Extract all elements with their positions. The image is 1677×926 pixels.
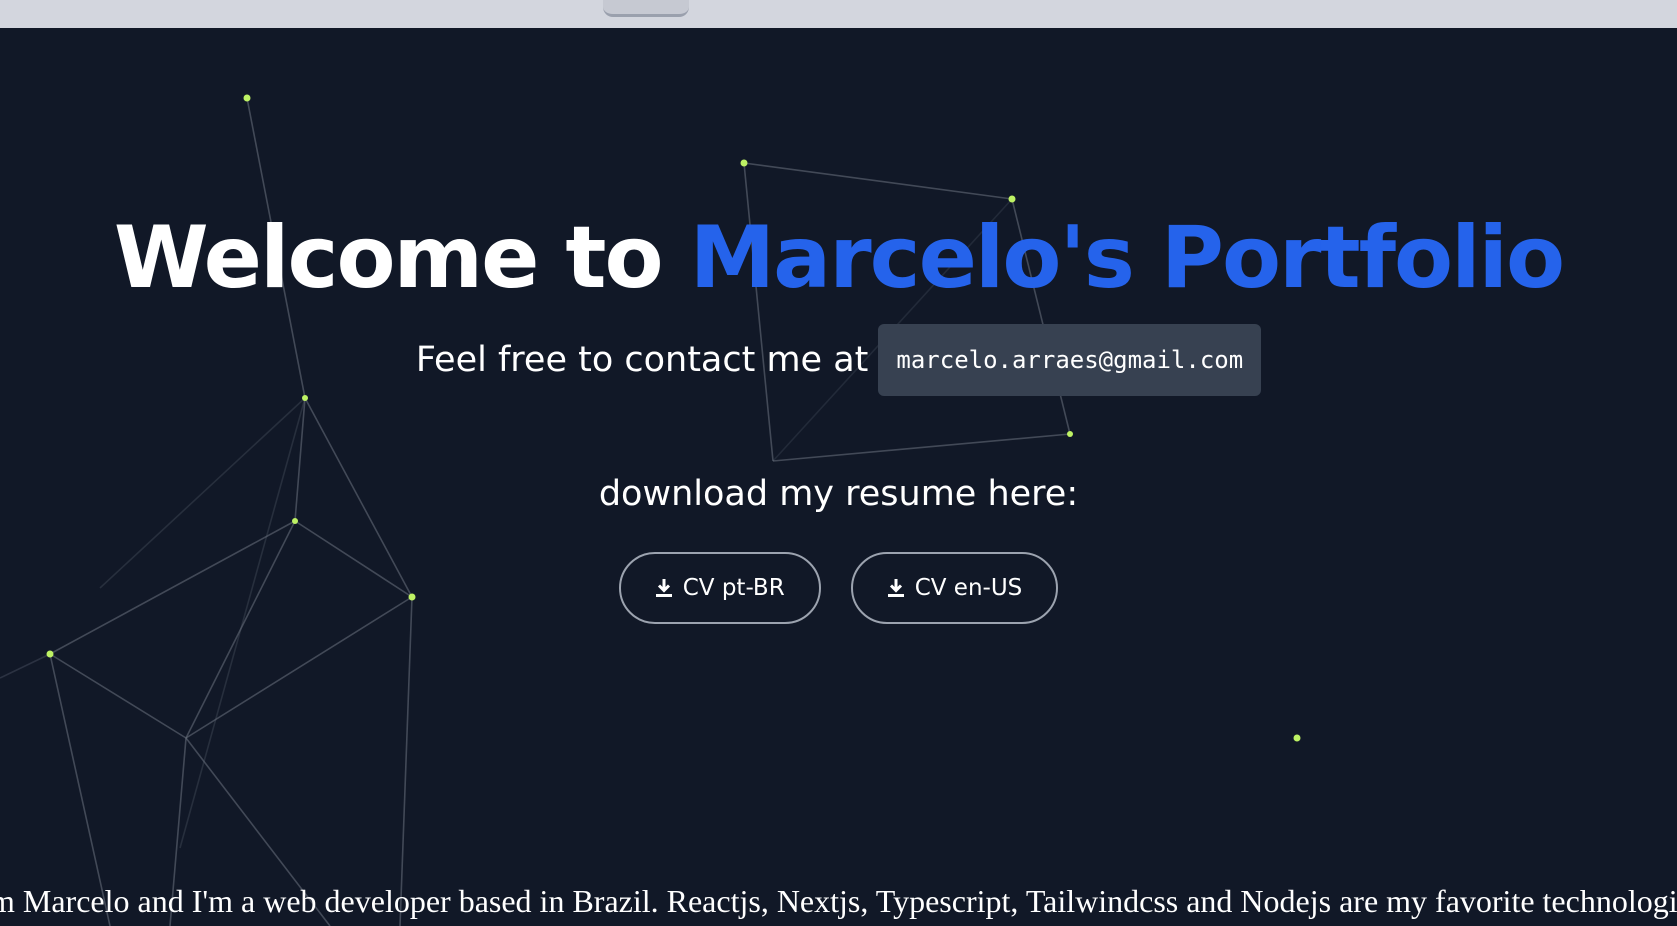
email-address[interactable]: marcelo.arraes@gmail.com: [878, 324, 1262, 396]
resume-label: download my resume here:: [598, 474, 1079, 514]
browser-top-bar: [0, 0, 1677, 29]
hero-section: Welcome to Marcelo's Portfolio Feel free…: [0, 28, 1677, 926]
contact-row: Feel free to contact me at marcelo.arrae…: [0, 324, 1677, 396]
resume-buttons: CV pt-BR CV en-US: [0, 552, 1677, 624]
cv-pt-br-button[interactable]: CV pt-BR: [618, 552, 821, 624]
title-accent: Marcelo's Portfolio: [689, 208, 1566, 308]
download-icon: [887, 579, 904, 597]
intro-marquee: m Marcelo and I'm a web developer based …: [0, 883, 1677, 919]
title-plain: Welcome to: [113, 208, 690, 308]
cv-en-us-button[interactable]: CV en-US: [850, 552, 1059, 624]
page-title: Welcome to Marcelo's Portfolio: [0, 198, 1677, 318]
download-icon: [655, 579, 672, 597]
hero-content: Welcome to Marcelo's Portfolio Feel free…: [0, 198, 1677, 624]
cv-pt-br-label: CV pt-BR: [682, 575, 785, 601]
window-drag-handle[interactable]: [603, 0, 689, 17]
cv-en-us-label: CV en-US: [914, 575, 1023, 601]
contact-label: Feel free to contact me at: [415, 340, 869, 380]
